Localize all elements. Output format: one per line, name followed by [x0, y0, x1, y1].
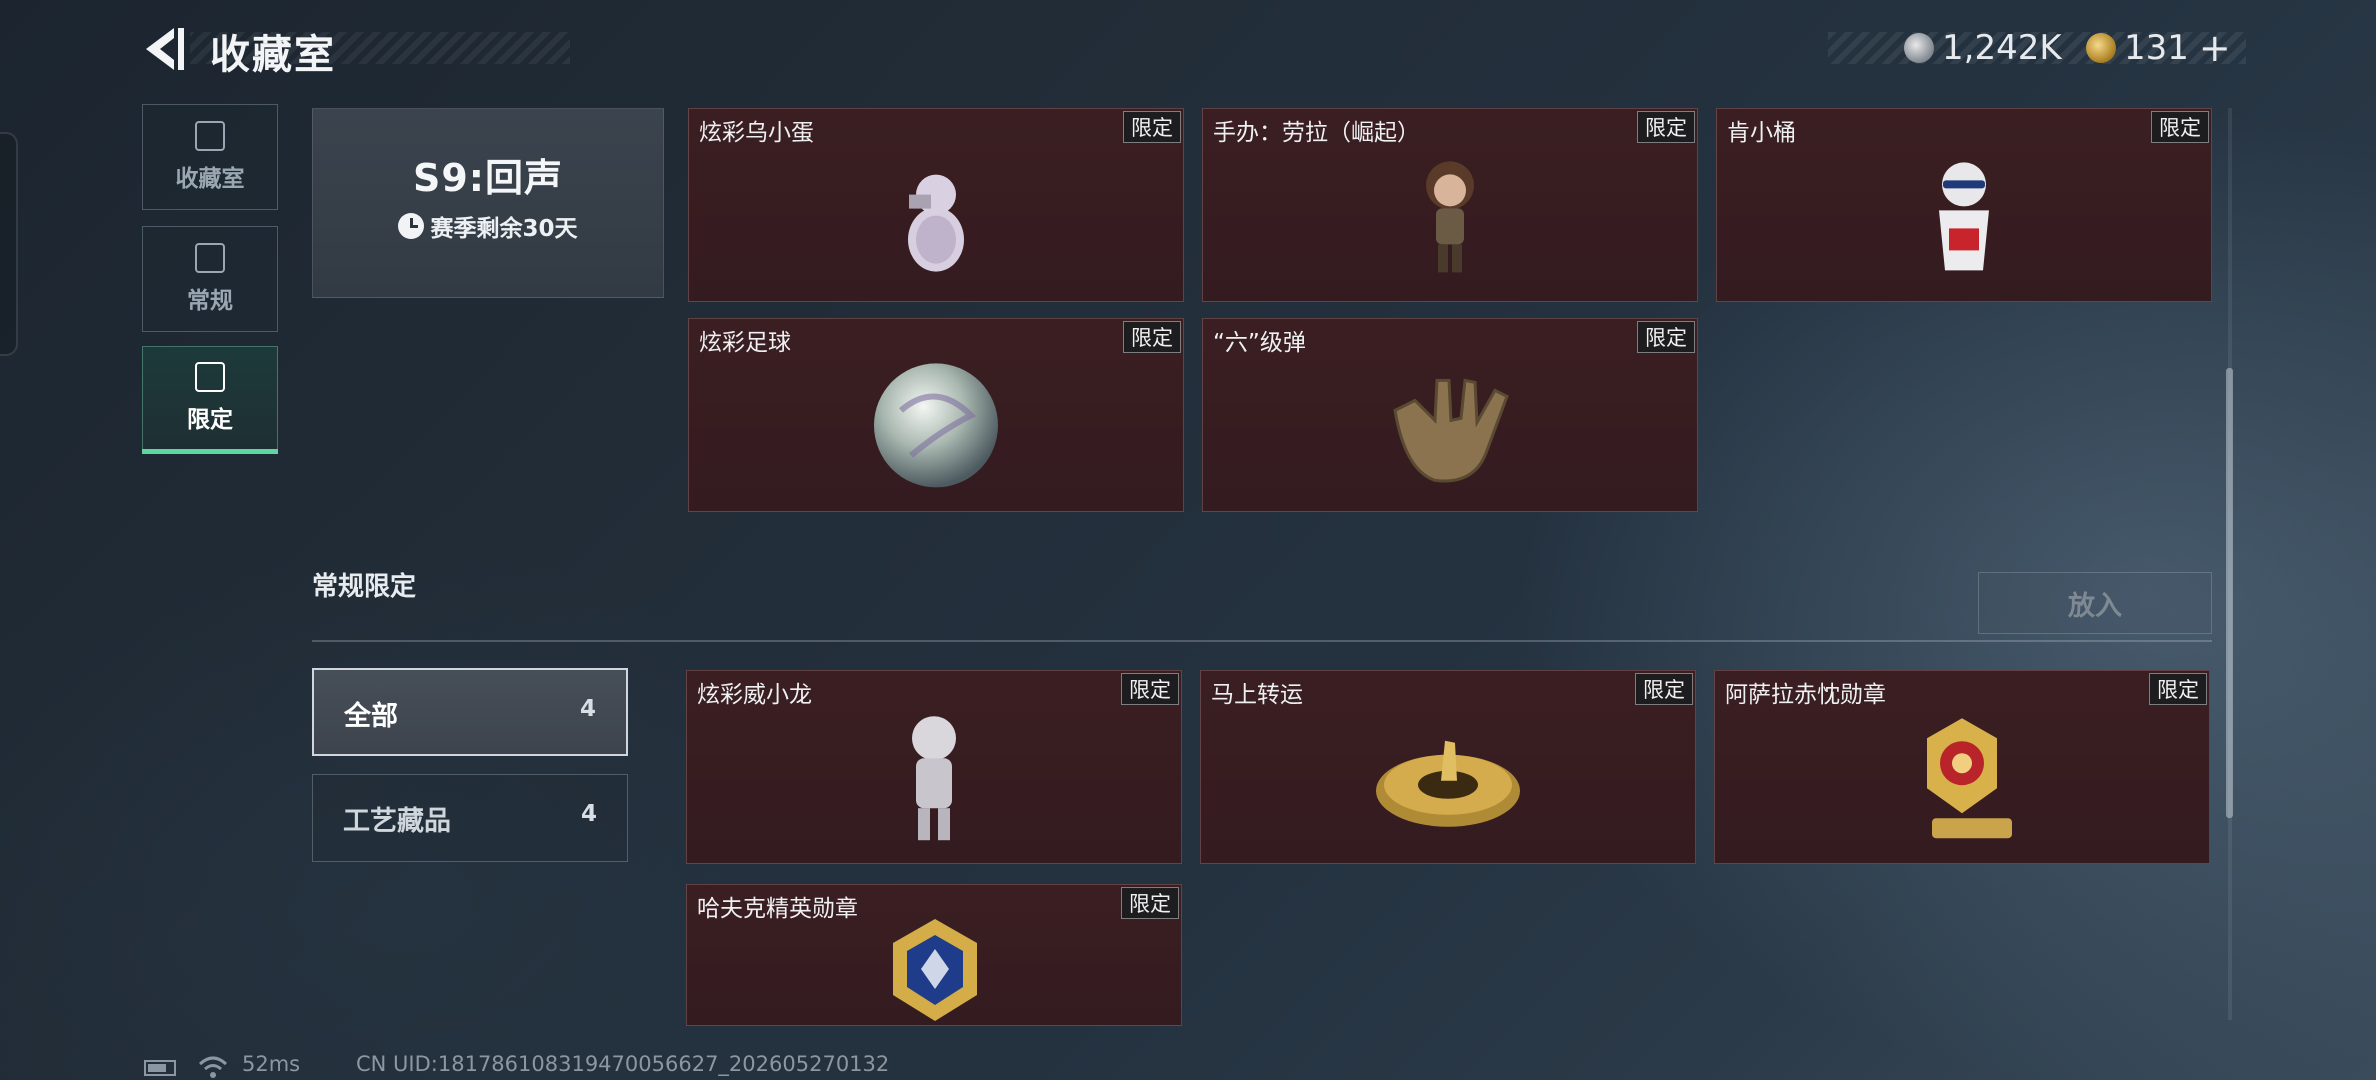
document-icon [195, 243, 225, 273]
item-card[interactable]: 肯小桶 限定 [1716, 108, 2212, 302]
bucket-figurine-icon [1939, 162, 1989, 271]
item-card[interactable]: 炫彩足球 限定 [688, 318, 1184, 512]
season-remaining-text: 赛季剩余30天 [430, 216, 578, 242]
vault-icon [195, 121, 225, 151]
hand-gesture-icon [1393, 378, 1509, 483]
put-in-button[interactable]: 放入 [1978, 572, 2212, 634]
item-name: 手办：劳拉（崛起） [1213, 120, 1420, 146]
filter-all[interactable]: 全部 4 [312, 668, 628, 756]
item-card[interactable]: “六”级弹 限定 [1202, 318, 1698, 512]
gold-currency[interactable]: 131 + [2086, 26, 2231, 70]
ping-value: 52ms [242, 1052, 301, 1076]
back-button[interactable] [140, 24, 190, 74]
elite-medal-icon [893, 919, 977, 1021]
filter-label: 全部 [344, 701, 398, 732]
sidebar-item-label: 收藏室 [175, 166, 245, 192]
horse-coin-icon [1376, 740, 1520, 827]
limited-tag: 限定 [1637, 321, 1695, 353]
add-gold-icon[interactable]: + [2199, 26, 2231, 70]
item-name: 炫彩威小龙 [697, 682, 812, 708]
side-drawer-handle[interactable] [0, 132, 18, 356]
item-card[interactable]: 马上转运 限定 [1200, 670, 1696, 864]
sidebar-item-label: 常规 [187, 288, 233, 314]
active-indicator [142, 449, 278, 454]
sidebar-item-vault[interactable]: 收藏室 [142, 104, 278, 210]
battery-icon [144, 1060, 176, 1076]
uid-text: CN UID:18178610831947005662​7_2026052701… [356, 1052, 890, 1076]
back-arrow-icon [146, 28, 184, 70]
item-name: “六”级弹 [1213, 330, 1306, 356]
item-card[interactable]: 炫彩乌小蛋 限定 [688, 108, 1184, 302]
item-name: 阿萨拉赤忱勋章 [1725, 682, 1886, 708]
filter-crafted-collectibles[interactable]: 工艺藏品 4 [312, 774, 628, 862]
sidebar-item-label: 限定 [187, 407, 233, 433]
limited-tag: 限定 [2151, 111, 2209, 143]
lara-figurine-icon [1426, 161, 1474, 273]
item-card[interactable]: 阿萨拉赤忱勋章 限定 [1714, 670, 2210, 864]
item-name: 哈夫克精英勋章 [697, 896, 858, 922]
scrollbar-thumb[interactable] [2226, 368, 2233, 818]
limited-tag: 限定 [2149, 673, 2207, 705]
clock-icon [398, 213, 425, 239]
medal-icon [1927, 718, 2012, 839]
limited-tag: 限定 [1121, 673, 1179, 705]
season-title: S9:回声 [412, 156, 563, 200]
page-title: 收藏室 [210, 32, 336, 78]
gold-coin-icon [2086, 33, 2116, 63]
dragon-figurine-icon [912, 716, 956, 841]
filter-count: 4 [579, 696, 596, 722]
item-card[interactable]: 哈夫克精英勋章 限定 [686, 884, 1182, 1026]
silver-currency: 1,242K [1904, 26, 2062, 70]
wifi-icon [198, 1056, 228, 1078]
silver-coin-icon [1904, 33, 1934, 63]
section-divider [312, 640, 2212, 642]
item-card[interactable]: 炫彩威小龙 限定 [686, 670, 1182, 864]
football-icon [874, 363, 998, 488]
filter-count: 4 [580, 801, 597, 827]
limited-tag: 限定 [1123, 321, 1181, 353]
limited-icon [195, 362, 225, 392]
sidebar-item-regular[interactable]: 常规 [142, 226, 278, 332]
item-name: 肯小桶 [1727, 120, 1796, 146]
limited-tag: 限定 [1637, 111, 1695, 143]
silver-currency-value: 1,242K [1942, 28, 2062, 68]
section-title: 常规限定 [312, 572, 417, 602]
limited-tag: 限定 [1121, 887, 1179, 919]
item-card[interactable]: 手办：劳拉（崛起） 限定 [1202, 108, 1698, 302]
gold-currency-value: 131 [2124, 28, 2189, 68]
season-card: S9:回声 赛季剩余30天 [312, 108, 664, 298]
sidebar-item-limited[interactable]: 限定 [142, 346, 278, 450]
season-remaining: 赛季剩余30天 [313, 209, 663, 243]
item-name: 炫彩足球 [699, 330, 791, 356]
item-name: 马上转运 [1211, 682, 1303, 708]
egg-figurine-icon [908, 174, 964, 272]
limited-tag: 限定 [1123, 111, 1181, 143]
limited-tag: 限定 [1635, 673, 1693, 705]
filter-label: 工艺藏品 [343, 806, 451, 837]
item-name: 炫彩乌小蛋 [699, 120, 814, 146]
